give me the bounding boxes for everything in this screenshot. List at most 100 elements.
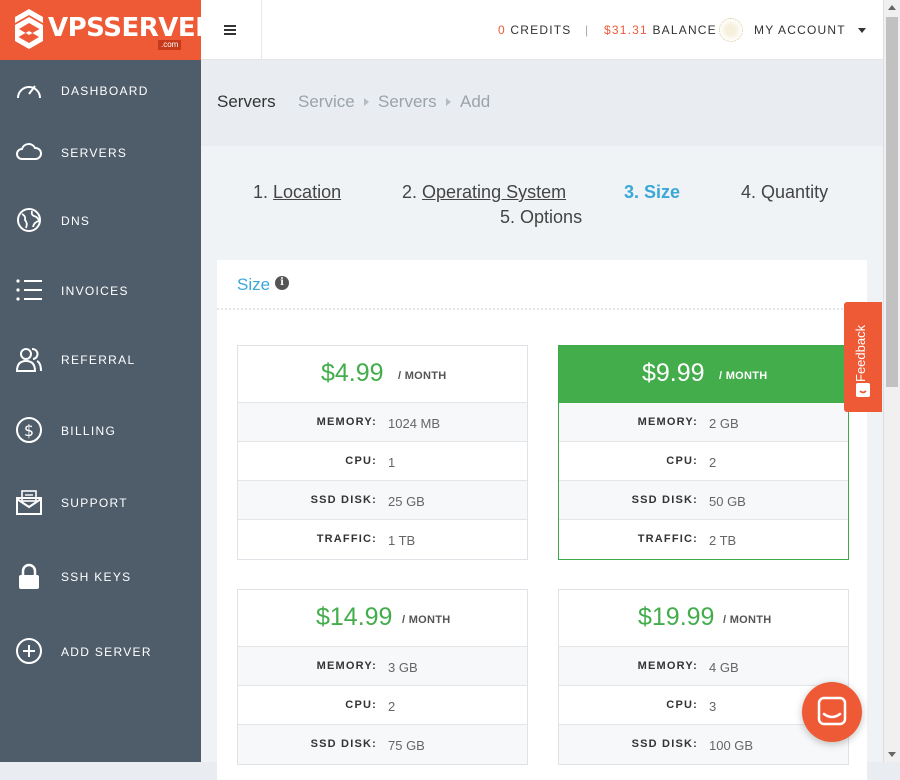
hamburger-icon — [224, 25, 236, 37]
step-label: Operating System — [422, 182, 567, 202]
breadcrumb-item-servers[interactable]: Servers — [378, 92, 437, 112]
spec-label: CPU: — [666, 455, 698, 467]
scrollbar[interactable] — [883, 0, 900, 762]
spec-label: MEMORY: — [316, 416, 377, 428]
spec-row: MEMORY: 4 GB — [559, 647, 848, 686]
cloud-icon — [16, 143, 42, 160]
my-account-menu[interactable]: MY ACCOUNT — [754, 23, 846, 37]
info-icon[interactable]: i — [275, 276, 289, 290]
spec-label: MEMORY: — [637, 660, 698, 672]
sidebar-item-label: INVOICES — [61, 284, 129, 298]
spec-value: 1 TB — [388, 533, 416, 548]
spec-row: MEMORY: 1024 MB — [238, 403, 527, 442]
breadcrumb-item-service[interactable]: Service — [298, 92, 355, 112]
spec-label: MEMORY: — [316, 660, 377, 672]
spec-value: 3 GB — [388, 660, 418, 675]
step-location[interactable]: 1. Location — [253, 182, 341, 203]
spec-label: TRAFFIC: — [637, 533, 698, 545]
plan-period: / MONTH — [398, 370, 447, 382]
sidebar-item-ssh-keys[interactable]: SSH KEYS — [0, 556, 201, 596]
spec-value: 1 — [388, 455, 396, 470]
step-label: Options — [520, 207, 583, 227]
spec-row: CPU: 2 — [238, 686, 527, 725]
logo[interactable]: VPSSERVER .com — [0, 0, 215, 60]
step-quantity[interactable]: 4. Quantity — [741, 182, 828, 203]
scroll-thumb[interactable] — [886, 17, 898, 387]
top-separator: | — [585, 23, 589, 37]
sidebar-item-label: SSH KEYS — [61, 570, 132, 584]
step-options[interactable]: 5. Options — [500, 207, 582, 228]
plus-circle-icon — [16, 638, 42, 664]
spec-label: TRAFFIC: — [316, 533, 377, 545]
sidebar-item-invoices[interactable]: INVOICES — [0, 270, 201, 310]
plan-card[interactable]: $14.99 / MONTH MEMORY: 3 GB CPU: 2 SSD DIS… — [237, 589, 528, 765]
dollar-icon: $ — [16, 417, 42, 443]
list-icon — [16, 279, 42, 301]
sidebar: VPSSERVER .com DASHBOARD SERVERS DNS INV… — [0, 0, 215, 762]
sidebar-item-label: REFERRAL — [61, 353, 136, 367]
spec-row: CPU: 1 — [238, 442, 527, 481]
step-operating-system[interactable]: 2. Operating System — [402, 182, 566, 203]
plan-price-row: $19.99 / MONTH — [559, 590, 848, 647]
step-label: Size — [644, 182, 681, 202]
sidebar-item-add-server[interactable]: ADD SERVER — [0, 631, 201, 671]
chat-launcher-button[interactable] — [802, 682, 862, 742]
breadcrumb: Servers Service Servers Add — [201, 61, 883, 146]
spec-value: 50 GB — [709, 494, 746, 509]
sidebar-item-support[interactable]: SUPPORT — [0, 482, 201, 522]
spec-label: SSD DISK: — [631, 494, 698, 506]
sidebar-item-billing[interactable]: $ BILLING — [0, 410, 201, 450]
sidebar-item-label: SERVERS — [61, 146, 128, 160]
menu-toggle-button[interactable] — [201, 0, 262, 60]
spec-label: SSD DISK: — [631, 738, 698, 750]
gauge-icon — [17, 85, 41, 99]
plan-period: / MONTH — [719, 370, 768, 382]
caret-right-icon — [446, 98, 451, 106]
spec-value: 1024 MB — [388, 416, 441, 431]
plan-price: $4.99 — [321, 359, 384, 387]
spec-label: SSD DISK: — [310, 494, 377, 506]
vpsserver-logo-icon — [15, 9, 43, 49]
feedback-tab[interactable]: Feedback — [844, 302, 882, 412]
step-number: 3. — [624, 182, 640, 202]
step-label: Quantity — [761, 182, 829, 202]
step-label: Location — [273, 182, 342, 202]
step-number: 4. — [741, 182, 757, 202]
step-number: 5. — [500, 207, 516, 227]
balance-label: BALANCE — [652, 23, 717, 37]
my-account-label: MY ACCOUNT — [754, 23, 846, 37]
plan-price: $9.99 — [642, 359, 705, 387]
chat-icon — [817, 696, 847, 726]
spec-row: TRAFFIC: 2 TB — [559, 520, 848, 559]
sidebar-item-label: DASHBOARD — [61, 84, 149, 98]
step-size[interactable]: 3. Size — [624, 182, 680, 203]
feedback-label: Feedback — [853, 324, 868, 382]
sidebar-item-servers[interactable]: SERVERS — [0, 132, 201, 172]
spec-row: SSD DISK: 50 GB — [559, 481, 848, 520]
sidebar-item-label: BILLING — [61, 424, 117, 438]
avatar[interactable] — [719, 18, 743, 42]
sidebar-item-dns[interactable]: DNS — [0, 200, 201, 240]
plan-period: / MONTH — [402, 614, 451, 626]
sidebar-item-label: ADD SERVER — [61, 645, 152, 659]
plan-card[interactable]: $4.99 / MONTH MEMORY: 1024 MB CPU: 1 SSD D… — [237, 345, 528, 560]
balance-display: $31.31 BALANCE — [604, 23, 717, 37]
spec-row: CPU: 2 — [559, 442, 848, 481]
plan-period: / MONTH — [723, 614, 772, 626]
sidebar-item-label: DNS — [61, 214, 91, 228]
logo-text: VPSSERVER — [48, 13, 215, 43]
spec-row: MEMORY: 3 GB — [238, 647, 527, 686]
sidebar-item-referral[interactable]: REFERRAL — [0, 339, 201, 379]
scroll-up-icon[interactable] — [888, 5, 896, 10]
spec-row: TRAFFIC: 1 TB — [238, 520, 527, 559]
plan-price: $14.99 — [316, 603, 393, 631]
plan-card-selected[interactable]: $9.99 / MONTH MEMORY: 2 GB CPU: 2 SSD DISK… — [558, 345, 849, 560]
sidebar-item-dashboard[interactable]: DASHBOARD — [0, 70, 201, 110]
credits-display: 0 CREDITS — [498, 23, 572, 37]
scroll-down-icon[interactable] — [888, 752, 896, 757]
chevron-down-icon[interactable] — [858, 28, 866, 33]
spec-label: MEMORY: — [637, 416, 698, 428]
spec-value: 2 — [709, 455, 717, 470]
spec-row: MEMORY: 2 GB — [559, 403, 848, 442]
users-icon — [15, 348, 42, 372]
